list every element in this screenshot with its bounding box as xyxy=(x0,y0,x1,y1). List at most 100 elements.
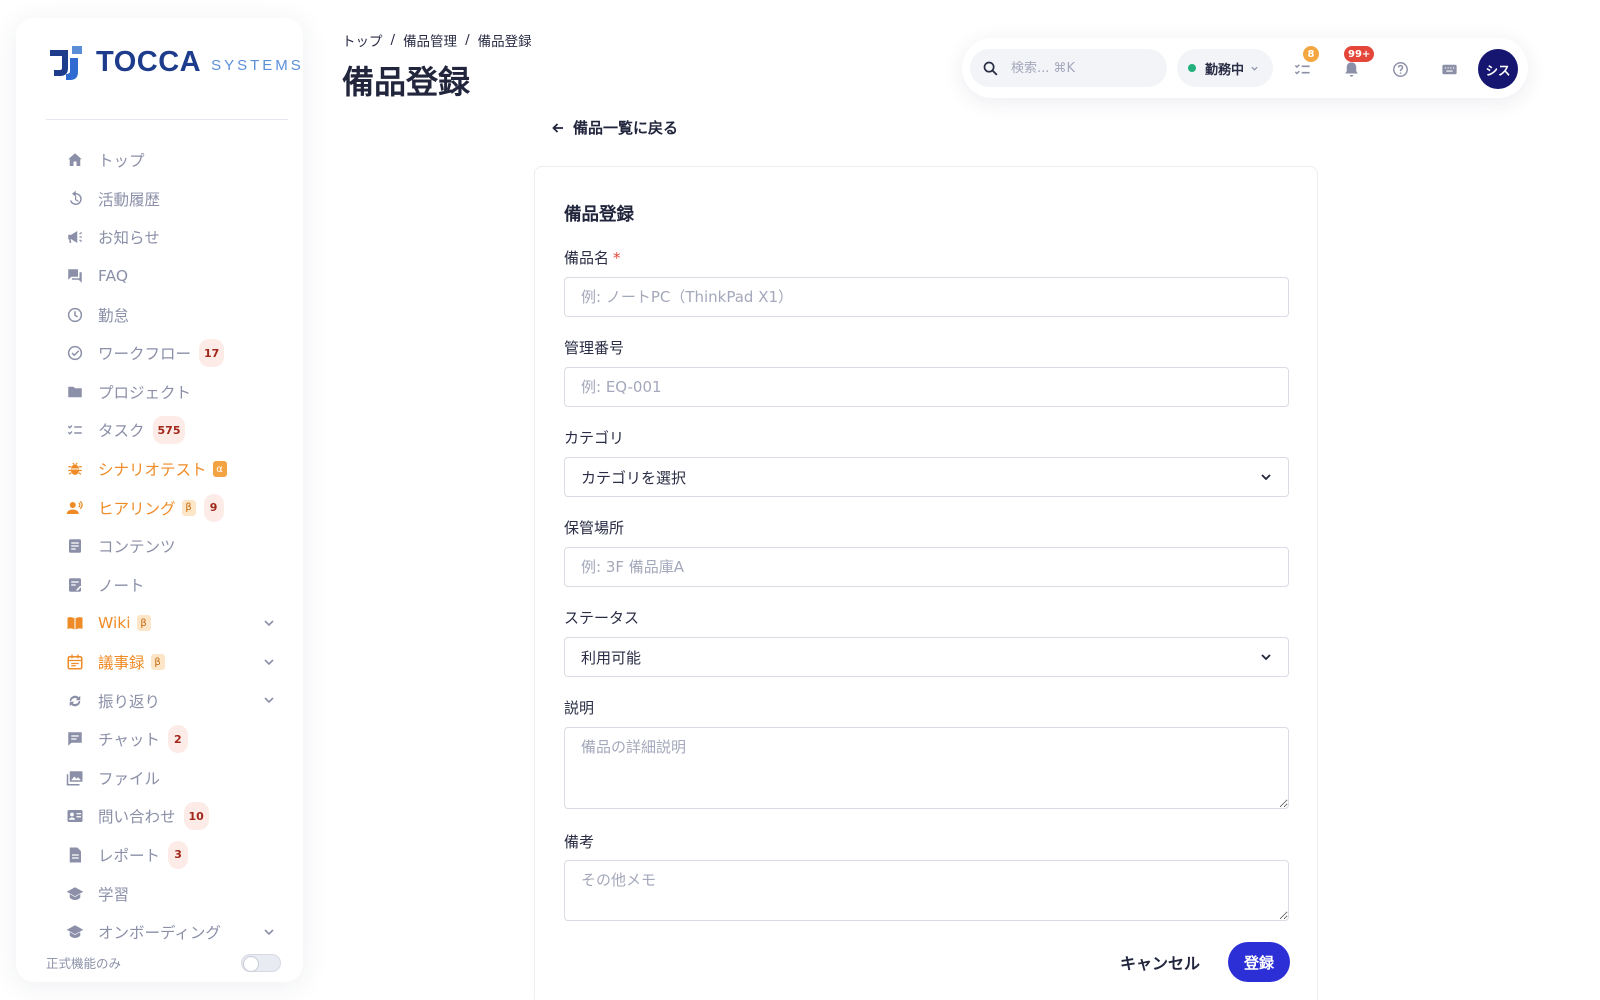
sidebar-item-label: FAQ xyxy=(98,267,129,286)
official-only-label: 正式機能のみ xyxy=(46,956,122,971)
code-input[interactable] xyxy=(564,367,1289,407)
sidebar-item-workflow[interactable]: ワークフロー 17 xyxy=(16,334,303,373)
breadcrumb-separator: / xyxy=(390,32,396,48)
search-box[interactable] xyxy=(970,49,1167,87)
cancel-button[interactable]: キャンセル xyxy=(1120,950,1200,974)
sidebar-item-label: 活動履歴 xyxy=(98,190,161,209)
status-label: ステータス xyxy=(564,609,640,627)
work-status-dropdown[interactable]: 勤務中 xyxy=(1177,49,1273,87)
sidebar-item-inquiry[interactable]: 問い合わせ 10 xyxy=(16,797,303,836)
sidebar-item-learning[interactable]: 学習 xyxy=(16,874,303,913)
submit-button[interactable]: 登録 xyxy=(1228,942,1291,982)
report-icon xyxy=(65,845,85,865)
home-icon xyxy=(65,150,85,170)
location-input[interactable] xyxy=(564,547,1289,587)
sidebar-item-label: ワークフロー xyxy=(98,345,192,364)
sidebar-item-label: チャット xyxy=(98,731,160,750)
sidebar-item-report[interactable]: レポート 3 xyxy=(16,836,303,875)
sidebar-item-scenario-test[interactable]: シナリオテスト α xyxy=(16,450,303,489)
back-to-list-link[interactable]: 備品一覧に戻る xyxy=(551,117,678,138)
notifications-badge: 99+ xyxy=(1344,46,1375,62)
breadcrumb-separator: / xyxy=(465,32,470,48)
count-badge: 17 xyxy=(199,339,225,368)
sidebar-item-label: 議事録 xyxy=(98,654,145,673)
sidebar-item-chat[interactable]: チャット 2 xyxy=(16,720,303,759)
status-select-value: 利用可能 xyxy=(581,648,642,667)
category-select[interactable]: カテゴリを選択 xyxy=(564,457,1289,497)
tocca-logo-icon xyxy=(50,46,82,80)
remarks-textarea[interactable] xyxy=(564,860,1289,921)
category-label: カテゴリ xyxy=(564,429,625,447)
sidebar-item-contents[interactable]: コンテンツ xyxy=(16,527,303,566)
sidebar-item-faq[interactable]: FAQ xyxy=(16,257,303,296)
sidebar-item-history[interactable]: 活動履歴 xyxy=(16,180,303,219)
bell-icon xyxy=(1344,61,1358,77)
sidebar-item-onboarding[interactable]: オンボーディング xyxy=(16,913,303,952)
sidebar-item-wiki[interactable]: Wiki β xyxy=(16,604,303,643)
sidebar-item-label: お知らせ xyxy=(98,229,160,248)
chevron-down-icon xyxy=(1261,654,1271,661)
user-avatar[interactable]: シス xyxy=(1478,49,1518,89)
name-label: 備品名 * xyxy=(564,247,621,268)
sidebar-item-label: 問い合わせ xyxy=(98,808,176,827)
sidebar-item-tasks[interactable]: タスク 575 xyxy=(16,411,303,450)
name-label-text: 備品名 xyxy=(564,249,610,267)
sidebar-item-minutes[interactable]: 議事録 β xyxy=(16,643,303,682)
breadcrumb-equipment[interactable]: 備品管理 xyxy=(403,30,457,50)
count-badge: 9 xyxy=(203,493,224,522)
school-icon xyxy=(65,922,85,942)
chevron-down-icon[interactable] xyxy=(263,926,275,938)
beta-tag: β xyxy=(150,654,165,671)
history-icon xyxy=(65,189,85,209)
sidebar-item-files[interactable]: ファイル xyxy=(16,759,303,798)
keyboard-shortcuts-button[interactable] xyxy=(1438,58,1460,80)
sidebar-item-project[interactable]: プロジェクト xyxy=(16,373,303,412)
school-icon xyxy=(65,884,85,904)
breadcrumb-current: 備品登録 xyxy=(477,34,532,50)
sidebar-item-label: プロジェクト xyxy=(98,383,192,402)
tasks-button[interactable]: 8 xyxy=(1291,46,1319,80)
remarks-label: 備考 xyxy=(564,833,595,851)
status-select[interactable]: 利用可能 xyxy=(564,637,1289,677)
beta-tag: β xyxy=(181,499,196,516)
tasks-badge: 8 xyxy=(1303,46,1319,62)
back-link-label: 備品一覧に戻る xyxy=(573,119,679,137)
official-only-toggle[interactable] xyxy=(241,953,281,972)
arrow-left-icon xyxy=(552,122,563,133)
sidebar-item-label: ファイル xyxy=(98,769,161,788)
description-textarea[interactable] xyxy=(564,727,1289,809)
sidebar-item-retrospective[interactable]: 振り返り xyxy=(16,681,303,720)
sidebar-item-label: コンテンツ xyxy=(98,538,176,557)
search-input[interactable] xyxy=(1011,60,1151,76)
count-badge: 10 xyxy=(183,802,209,831)
sidebar-item-label: ヒアリング xyxy=(98,499,176,518)
sidebar-item-note[interactable]: ノート xyxy=(16,566,303,605)
images-icon xyxy=(65,768,85,788)
sidebar-footer: 正式機能のみ xyxy=(46,949,281,972)
sidebar-item-label: Wiki xyxy=(98,614,131,633)
forum-icon xyxy=(65,266,85,286)
help-button[interactable] xyxy=(1389,58,1411,80)
chevron-down-icon[interactable] xyxy=(263,617,275,629)
form-actions: キャンセル 登録 xyxy=(1120,942,1291,982)
category-select-value: カテゴリを選択 xyxy=(581,468,687,487)
sidebar-item-top[interactable]: トップ xyxy=(16,141,303,180)
sidebar-nav: トップ 活動履歴 お知らせ FAQ 勤怠 ワークフロー 17 プロジェクト タス… xyxy=(16,141,303,951)
sidebar-item-label: 振り返り xyxy=(98,692,161,711)
chevron-down-icon[interactable] xyxy=(263,694,275,706)
calendar-icon xyxy=(65,652,85,672)
sidebar-item-news[interactable]: お知らせ xyxy=(16,218,303,257)
brand-logo[interactable]: TOCCA SYSTEMS xyxy=(46,42,303,82)
name-input[interactable] xyxy=(564,277,1289,317)
hearing-icon xyxy=(65,498,85,518)
checklist-icon xyxy=(1294,63,1310,74)
sync-icon xyxy=(65,691,85,711)
breadcrumb-top[interactable]: トップ xyxy=(342,30,383,50)
chevron-down-icon[interactable] xyxy=(263,656,275,668)
sidebar-item-attendance[interactable]: 勤怠 xyxy=(16,295,303,334)
sidebar-item-hearing[interactable]: ヒアリング β 9 xyxy=(16,488,303,527)
code-label: 管理番号 xyxy=(564,339,625,357)
sidebar-item-label: トップ xyxy=(98,152,145,171)
search-icon xyxy=(983,61,998,76)
notifications-button[interactable]: 99+ xyxy=(1340,46,1375,80)
